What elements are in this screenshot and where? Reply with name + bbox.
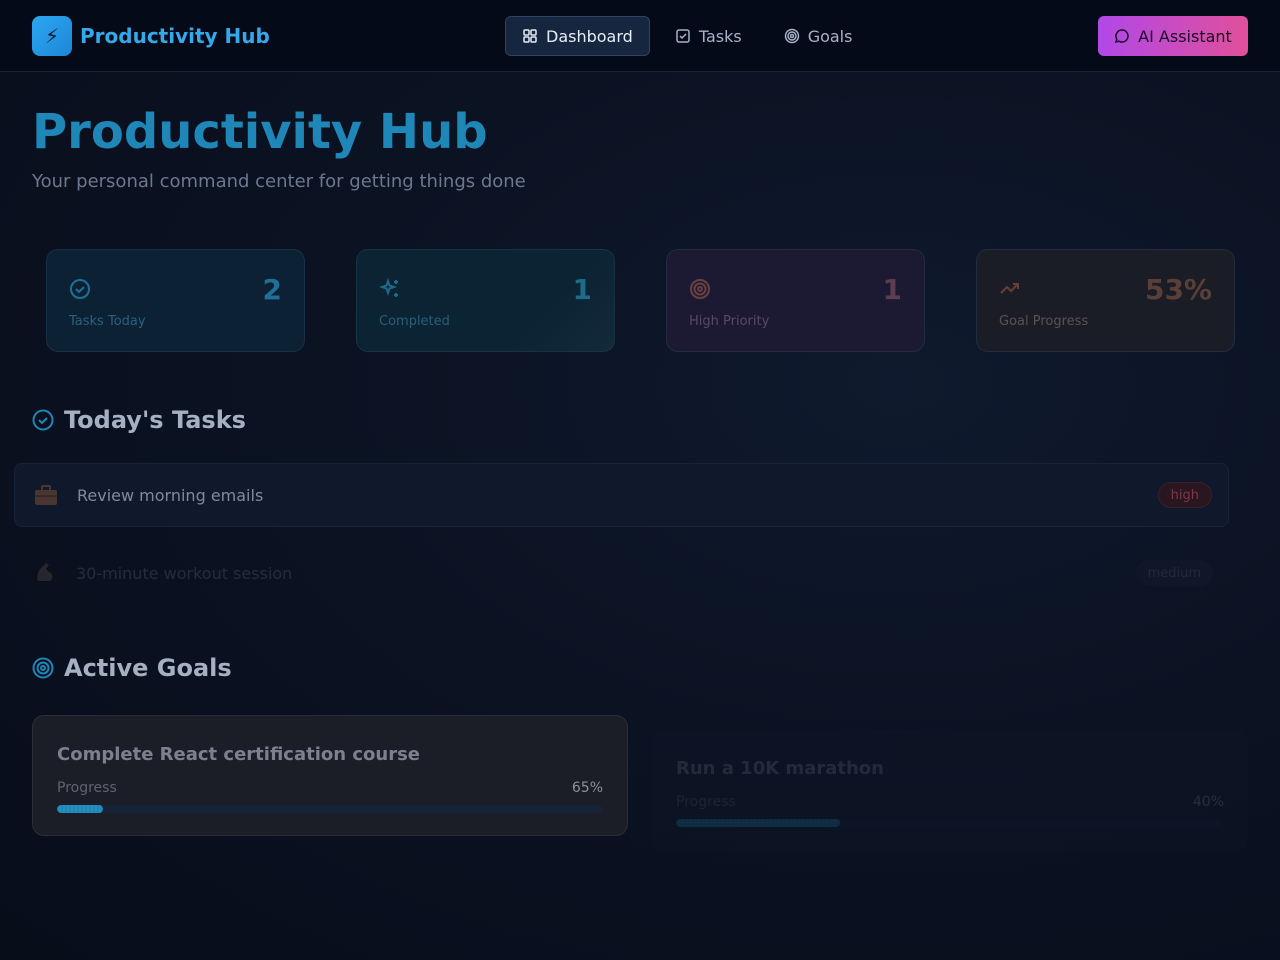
target-icon <box>32 657 54 679</box>
nav-tasks[interactable]: Tasks <box>658 16 759 56</box>
nav-tasks-label: Tasks <box>698 26 742 46</box>
goal-progress-value: 65% <box>571 780 603 796</box>
stat-label: Tasks Today <box>69 314 146 329</box>
task-name: Review morning emails <box>77 485 264 505</box>
goals-section-title: Active Goals <box>64 654 232 682</box>
goal-progress-value: 40% <box>1192 794 1224 810</box>
nav-dashboard[interactable]: Dashboard <box>505 16 650 56</box>
target-icon <box>690 279 710 299</box>
goal-progress-label: Progress <box>676 794 736 810</box>
priority-badge: high <box>1157 482 1212 508</box>
stat-label: Completed <box>379 314 450 329</box>
nav-dashboard-label: Dashboard <box>546 26 633 46</box>
goal-progress-bar <box>57 805 603 813</box>
priority-badge: medium <box>1135 560 1213 586</box>
brand[interactable]: ⚡ Productivity Hub <box>32 16 270 56</box>
check-circle-icon <box>32 409 54 431</box>
goal-progress-fill <box>676 819 840 827</box>
goal-progress-bar <box>676 819 1222 827</box>
page-subtitle: Your personal command center for getting… <box>32 171 526 192</box>
main-nav: Dashboard Tasks Goals <box>505 16 877 56</box>
target-icon <box>784 28 799 44</box>
task-name: 30-minute workout session <box>76 563 293 583</box>
task-item[interactable]: Review morning emails high <box>14 463 1229 527</box>
goal-progress-label: Progress <box>57 780 117 796</box>
stat-label: Goal Progress <box>999 314 1089 329</box>
grid-icon <box>523 29 537 43</box>
page-title: Productivity Hub <box>32 104 488 160</box>
ai-assistant-label: AI Assistant <box>1138 26 1232 46</box>
lightning-icon: ⚡ <box>32 16 72 56</box>
stat-card-goal-progress: 53% Goal Progress <box>976 249 1235 352</box>
checkbox-icon <box>676 29 690 43</box>
nav-goals-label: Goals <box>807 26 853 46</box>
tasks-section-heading: Today's Tasks <box>32 406 246 434</box>
goal-title: Complete React certification course <box>57 744 420 765</box>
goal-card[interactable]: Run a 10K marathon Progress 40% <box>652 730 1248 851</box>
stat-value: 53% <box>1144 273 1212 306</box>
goal-title: Run a 10K marathon <box>676 758 884 779</box>
trending-up-icon <box>1000 283 1019 294</box>
goal-progress-fill <box>57 805 103 813</box>
stat-card-completed: 1 Completed <box>356 249 615 352</box>
stat-card-high-priority: 1 High Priority <box>666 249 925 352</box>
chat-icon <box>1115 29 1129 44</box>
goals-section-heading: Active Goals <box>32 654 232 682</box>
tasks-section-title: Today's Tasks <box>64 406 246 434</box>
stat-label: High Priority <box>689 314 770 329</box>
check-circle-icon <box>70 279 90 299</box>
sparkles-icon <box>379 278 398 297</box>
goal-card[interactable]: Complete React certification course Prog… <box>32 715 628 836</box>
top-navigation-bar: ⚡ Productivity Hub Dashboard Tasks Goals <box>0 0 1280 72</box>
stat-card-tasks-today: 2 Tasks Today <box>46 249 305 352</box>
stat-value: 1 <box>882 273 902 306</box>
ai-assistant-button[interactable]: AI Assistant <box>1098 16 1248 56</box>
flexed-arm-icon <box>37 563 53 581</box>
briefcase-icon <box>35 485 57 505</box>
stat-value: 2 <box>262 273 282 306</box>
brand-name: Productivity Hub <box>80 24 270 48</box>
task-item[interactable]: 30-minute workout session medium <box>14 541 1229 605</box>
stat-value: 1 <box>572 273 592 306</box>
nav-goals[interactable]: Goals <box>767 16 870 56</box>
